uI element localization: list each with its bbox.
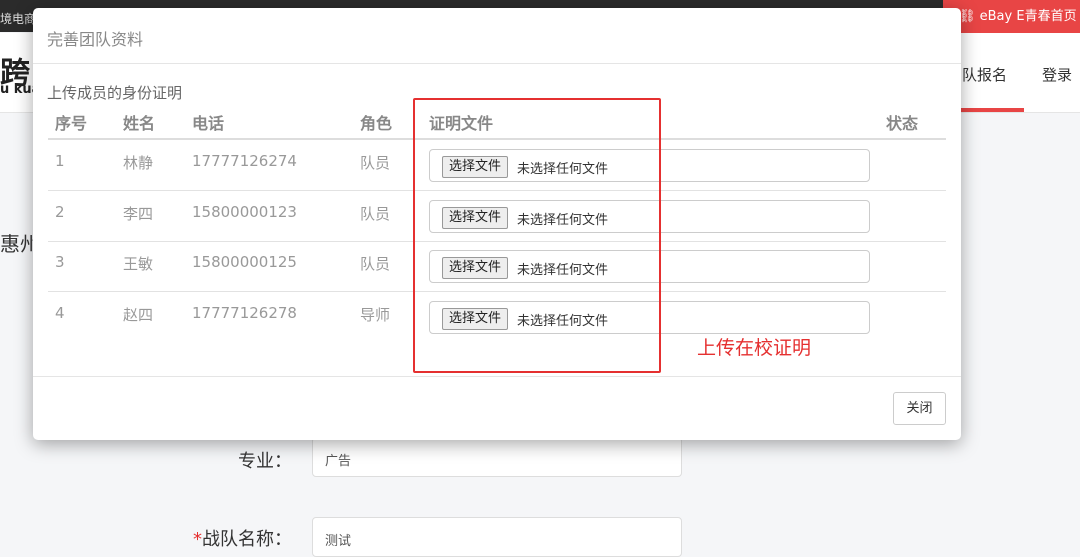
cell-phone: 17777126278 [192, 303, 297, 322]
cell-no: 1 [55, 152, 65, 170]
col-header-role: 角色 [360, 114, 393, 133]
cell-role: 队员 [360, 204, 391, 223]
nav-active-underline [958, 108, 1024, 112]
link-icon: ⛓ [959, 9, 980, 24]
cell-name: 王敏 [123, 255, 154, 273]
cell-phone: 15800000123 [192, 202, 297, 221]
cell-no: 4 [55, 303, 65, 322]
major-label: 专业： [238, 451, 292, 472]
cell-no: 2 [55, 202, 65, 221]
col-header-no: 序号 [55, 114, 88, 133]
ebay-link-label: eBay E青春首页 [979, 9, 1077, 24]
annotation-box [413, 98, 661, 373]
close-button[interactable]: 关闭 [893, 392, 946, 425]
cell-role: 队员 [360, 255, 391, 273]
modal-subtitle: 上传成员的身份证明 [47, 84, 183, 102]
cell-role: 导师 [360, 305, 391, 324]
cell-phone: 15800000125 [192, 253, 297, 271]
team-name-label-text: 战队名称： [202, 529, 292, 550]
nav-login[interactable]: 登录 [1042, 64, 1072, 85]
col-header-phone: 电话 [192, 114, 225, 133]
divider [33, 376, 961, 377]
cell-name: 赵四 [123, 305, 154, 324]
col-header-status: 状态 [886, 114, 919, 133]
ebay-home-link[interactable]: ⛓ eBay E青春首页 [943, 0, 1080, 33]
required-mark: * [193, 529, 202, 550]
nav-team-register[interactable]: 队报名 [962, 64, 1007, 85]
top-bar [0, 0, 1080, 8]
team-name-input[interactable]: 测试 [312, 517, 682, 557]
modal-title: 完善团队资料 [47, 30, 144, 49]
cell-phone: 17777126274 [192, 152, 297, 170]
major-input[interactable]: 广告 [312, 437, 682, 477]
cell-name: 林静 [123, 154, 154, 172]
col-header-name: 姓名 [123, 114, 156, 133]
cell-role: 队员 [360, 154, 391, 172]
cell-name: 李四 [123, 204, 154, 223]
team-info-modal: 完善团队资料 上传成员的身份证明 序号 姓名 电话 角色 证明文件 状态 1 林… [33, 8, 961, 440]
divider [33, 63, 961, 64]
cell-no: 3 [55, 253, 65, 271]
annotation-text: 上传在校证明 [697, 337, 812, 359]
team-name-label: *战队名称： [92, 525, 292, 551]
